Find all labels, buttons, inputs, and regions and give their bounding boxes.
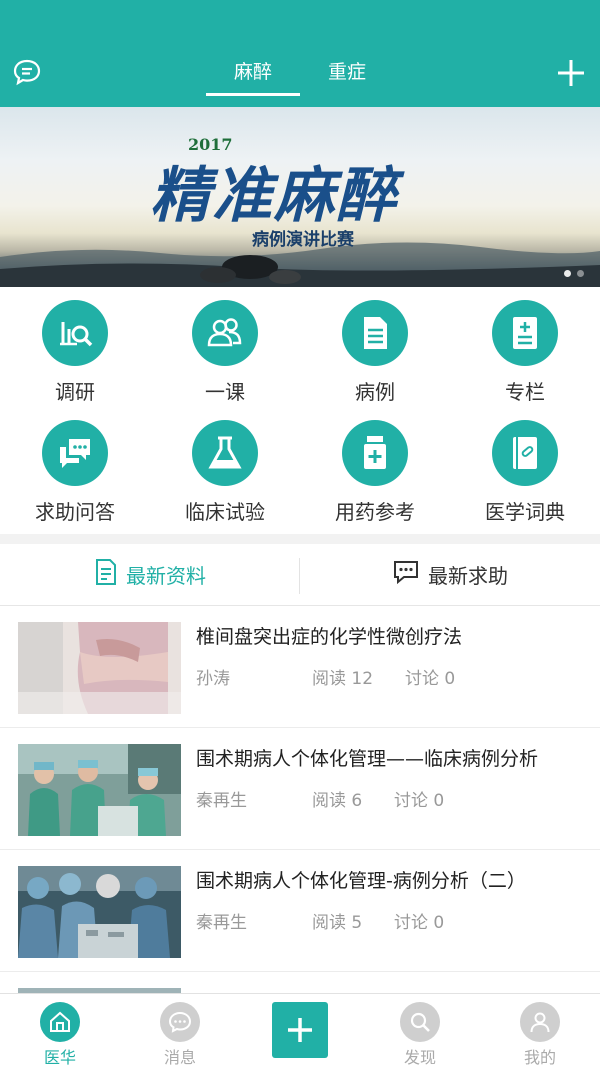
article-thumbnail-back xyxy=(18,622,181,714)
article-author: 秦再生 xyxy=(196,913,247,933)
article-comments: 讨论 0 xyxy=(394,913,445,933)
grid-label: 用药参考 xyxy=(335,500,415,524)
people-icon xyxy=(192,300,258,366)
clipboard-plus-icon xyxy=(492,300,558,366)
grid-label: 临床试验 xyxy=(185,500,265,524)
nav-item-discover[interactable]: 发现 xyxy=(360,994,480,1067)
medicine-bottle-icon xyxy=(342,420,408,486)
nav-label: 消息 xyxy=(163,1048,196,1067)
list-item[interactable]: 围术期病人个体化管理——临床病例分析 秦再生 阅读 6 讨论 0 xyxy=(0,728,600,850)
top-header: 麻醉 重症 xyxy=(0,0,600,107)
flask-icon xyxy=(192,420,258,486)
profile-icon xyxy=(520,1002,560,1042)
chat-bubbles-icon xyxy=(42,420,108,486)
grid-item-dictionary[interactable]: 医学词典 xyxy=(450,410,600,530)
article-reads: 阅读 6 xyxy=(312,791,363,811)
banner-pager xyxy=(564,270,584,277)
article-comments: 讨论 0 xyxy=(405,669,456,689)
grid-item-lesson[interactable]: 一课 xyxy=(150,290,300,410)
grid-label: 一课 xyxy=(205,380,245,404)
promo-banner[interactable]: 2017 精准麻醉 病例演讲比赛 xyxy=(0,107,600,287)
grid-label: 病例 xyxy=(355,380,395,404)
article-author: 孙涛 xyxy=(196,669,230,689)
tab-latest-help[interactable]: 最新求助 xyxy=(300,544,600,605)
header-tabs: 麻醉 重症 xyxy=(206,56,394,96)
pager-dot-active xyxy=(564,270,571,277)
article-title: 围术期病人个体化管理-病例分析（二） xyxy=(196,870,526,892)
pager-dot xyxy=(577,270,584,277)
article-author: 秦再生 xyxy=(196,791,247,811)
nav-item-messages[interactable]: 消息 xyxy=(120,994,240,1067)
grid-item-survey[interactable]: 调研 xyxy=(0,290,150,410)
article-thumbnail-surgery xyxy=(18,866,181,958)
list-item[interactable]: 围术期病人个体化管理-病例分析（二） 秦再生 阅读 5 讨论 0 xyxy=(0,850,600,972)
chat-bubble-icon[interactable] xyxy=(12,58,42,86)
bottom-nav: 医华 消息 发现 我的 xyxy=(0,993,600,1067)
banner-subline: 病例演讲比赛 xyxy=(252,230,354,250)
tab-latest-help-label: 最新求助 xyxy=(428,564,508,588)
nav-label: 发现 xyxy=(403,1048,436,1067)
chat-dots-icon xyxy=(392,559,420,590)
home-icon xyxy=(40,1002,80,1042)
section-tab-divider xyxy=(299,558,300,594)
grid-item-clinical-trial[interactable]: 临床试验 xyxy=(150,410,300,530)
document-outline-icon xyxy=(94,558,118,591)
article-reads: 阅读 5 xyxy=(312,913,363,933)
nav-label: 我的 xyxy=(523,1048,556,1067)
plus-icon[interactable] xyxy=(556,58,586,88)
banner-headline: 精准麻醉 xyxy=(150,161,398,231)
add-plus-icon xyxy=(288,1018,312,1042)
article-thumbnail-surgeons xyxy=(18,744,181,836)
grid-label: 求助问答 xyxy=(35,500,115,524)
grid-label: 调研 xyxy=(55,380,95,404)
nav-label: 医华 xyxy=(43,1048,76,1067)
section-separator xyxy=(0,534,600,544)
dictionary-icon xyxy=(492,420,558,486)
grid-item-drug-reference[interactable]: 用药参考 xyxy=(300,410,450,530)
content-section-tabs: 最新资料 最新求助 xyxy=(0,544,600,606)
survey-chart-icon xyxy=(42,300,108,366)
tab-latest-materials[interactable]: 最新资料 xyxy=(0,544,300,605)
nav-item-profile[interactable]: 我的 xyxy=(480,994,600,1067)
tab-latest-materials-label: 最新资料 xyxy=(126,564,206,588)
grid-label: 医学词典 xyxy=(485,500,565,524)
article-comments: 讨论 0 xyxy=(394,791,445,811)
article-title: 椎间盘突出症的化学性微创疗法 xyxy=(196,626,463,648)
article-reads: 阅读 12 xyxy=(312,669,374,689)
tab-critical-care[interactable]: 重症 xyxy=(300,56,394,96)
grid-item-qa[interactable]: 求助问答 xyxy=(0,410,150,530)
add-post-button[interactable] xyxy=(272,1002,328,1058)
feature-grid: 调研 一课 病例 专栏 求助问答 临床试验 用药参考 医学词典 xyxy=(0,290,600,534)
grid-label: 专栏 xyxy=(505,380,545,404)
discover-search-icon xyxy=(400,1002,440,1042)
article-title: 围术期病人个体化管理——临床病例分析 xyxy=(196,748,539,770)
grid-item-column[interactable]: 专栏 xyxy=(450,290,600,410)
document-icon xyxy=(342,300,408,366)
grid-item-cases[interactable]: 病例 xyxy=(300,290,450,410)
list-item[interactable]: 椎间盘突出症的化学性微创疗法 孙涛 阅读 12 讨论 0 xyxy=(0,606,600,728)
nav-item-home[interactable]: 医华 xyxy=(0,994,120,1067)
tab-anesthesia[interactable]: 麻醉 xyxy=(206,56,300,96)
message-icon xyxy=(160,1002,200,1042)
